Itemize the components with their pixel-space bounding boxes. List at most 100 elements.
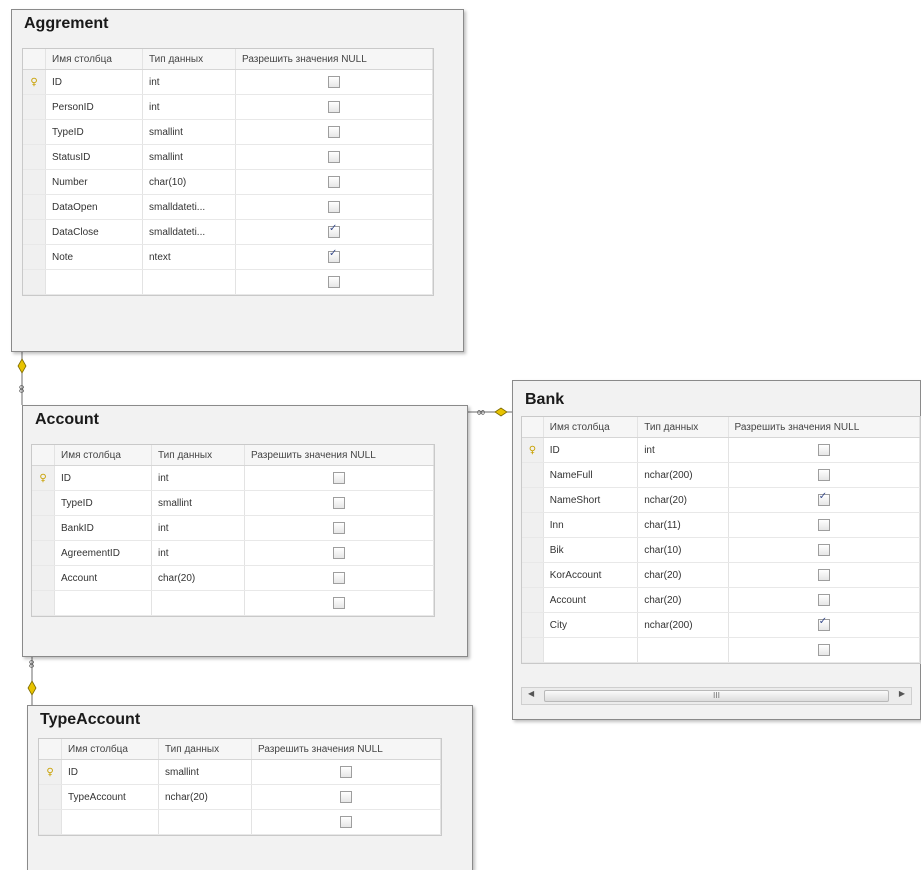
column-name-cell[interactable]: Bik bbox=[543, 537, 639, 563]
data-type-cell[interactable]: char(11) bbox=[637, 512, 729, 538]
column-row[interactable]: Account char(20) bbox=[32, 565, 434, 591]
allow-null-checkbox[interactable] bbox=[333, 597, 345, 609]
row-selector[interactable] bbox=[23, 94, 46, 120]
row-selector[interactable] bbox=[32, 515, 55, 541]
allow-null-checkbox[interactable] bbox=[340, 816, 352, 828]
allow-null-checkbox[interactable] bbox=[817, 519, 830, 531]
row-selector[interactable] bbox=[23, 194, 46, 220]
column-row[interactable]: StatusID smallint bbox=[23, 144, 433, 170]
row-selector[interactable] bbox=[522, 537, 544, 563]
data-type-cell[interactable]: ntext bbox=[142, 244, 236, 270]
column-name-cell[interactable]: Account bbox=[54, 565, 152, 591]
allow-null-checkbox[interactable] bbox=[328, 151, 340, 163]
allow-null-checkbox[interactable] bbox=[328, 126, 340, 138]
column-row[interactable]: TypeID smallint bbox=[23, 119, 433, 145]
row-selector[interactable]: ♀ bbox=[39, 759, 62, 785]
column-name-cell[interactable]: PersonID bbox=[45, 94, 143, 120]
row-selector[interactable] bbox=[32, 590, 55, 616]
row-selector[interactable] bbox=[23, 269, 46, 295]
data-type-cell[interactable]: nchar(20) bbox=[158, 784, 252, 810]
column-name-cell[interactable]: Inn bbox=[543, 512, 639, 538]
column-row[interactable]: City nchar(200) bbox=[522, 612, 920, 638]
column-name-cell[interactable]: NameShort bbox=[543, 487, 639, 513]
row-selector[interactable] bbox=[32, 565, 55, 591]
data-type-cell[interactable]: int bbox=[142, 69, 236, 95]
allow-null-checkbox[interactable] bbox=[328, 176, 340, 188]
data-type-cell[interactable]: smalldateti... bbox=[142, 194, 236, 220]
allow-null-checkbox[interactable] bbox=[817, 644, 830, 656]
column-row[interactable]: Inn char(11) bbox=[522, 512, 920, 538]
data-type-cell[interactable]: char(20) bbox=[637, 562, 729, 588]
data-type-cell[interactable]: char(20) bbox=[151, 565, 245, 591]
column-name-cell[interactable]: DataClose bbox=[45, 219, 143, 245]
data-type-cell[interactable] bbox=[142, 269, 236, 295]
column-row[interactable]: ♀ ID int bbox=[23, 69, 433, 95]
column-name-cell[interactable]: DataOpen bbox=[45, 194, 143, 220]
column-row[interactable]: ♀ ID int bbox=[522, 437, 920, 463]
data-type-cell[interactable]: smalldateti... bbox=[142, 219, 236, 245]
data-type-cell[interactable] bbox=[637, 637, 729, 663]
allow-null-checkbox[interactable] bbox=[333, 497, 345, 509]
allow-null-checkbox[interactable] bbox=[328, 101, 340, 113]
column-row[interactable]: DataClose smalldateti... bbox=[23, 219, 433, 245]
column-row[interactable]: PersonID int bbox=[23, 94, 433, 120]
column-name-cell[interactable] bbox=[61, 809, 159, 835]
column-row[interactable]: Bik char(10) bbox=[522, 537, 920, 563]
data-type-cell[interactable]: int bbox=[151, 540, 245, 566]
data-type-cell[interactable]: int bbox=[637, 437, 729, 463]
column-name-cell[interactable]: KorAccount bbox=[543, 562, 639, 588]
column-row[interactable]: AgreementID int bbox=[32, 540, 434, 566]
allow-null-checkbox[interactable] bbox=[328, 201, 340, 213]
row-selector[interactable] bbox=[23, 144, 46, 170]
row-selector[interactable] bbox=[23, 119, 46, 145]
column-name-cell[interactable] bbox=[54, 590, 152, 616]
column-row[interactable]: Number char(10) bbox=[23, 169, 433, 195]
data-type-cell[interactable]: nchar(200) bbox=[637, 612, 729, 638]
column-name-cell[interactable]: TypeID bbox=[45, 119, 143, 145]
row-selector[interactable] bbox=[32, 490, 55, 516]
row-selector[interactable] bbox=[522, 562, 544, 588]
table-bank[interactable]: Bank Имя столбца Тип данных Разрешить зн… bbox=[512, 380, 921, 720]
column-row[interactable]: ♀ ID smallint bbox=[39, 759, 441, 785]
allow-null-checkbox[interactable] bbox=[817, 544, 830, 556]
column-name-cell[interactable]: AgreementID bbox=[54, 540, 152, 566]
column-name-cell[interactable]: ID bbox=[543, 437, 639, 463]
column-name-cell[interactable]: TypeAccount bbox=[61, 784, 159, 810]
column-name-cell[interactable]: Number bbox=[45, 169, 143, 195]
row-selector[interactable] bbox=[522, 462, 544, 488]
column-name-cell[interactable]: NameFull bbox=[543, 462, 639, 488]
column-row[interactable]: BankID int bbox=[32, 515, 434, 541]
data-type-cell[interactable]: smallint bbox=[151, 490, 245, 516]
data-type-cell[interactable]: char(10) bbox=[637, 537, 729, 563]
column-row[interactable]: TypeAccount nchar(20) bbox=[39, 784, 441, 810]
column-name-cell[interactable] bbox=[543, 637, 639, 663]
column-name-cell[interactable]: StatusID bbox=[45, 144, 143, 170]
empty-row[interactable] bbox=[23, 269, 433, 295]
row-selector[interactable] bbox=[23, 169, 46, 195]
data-type-cell[interactable]: int bbox=[142, 94, 236, 120]
row-selector[interactable]: ♀ bbox=[522, 437, 544, 463]
row-selector[interactable] bbox=[522, 612, 544, 638]
allow-null-checkbox[interactable] bbox=[328, 223, 340, 238]
allow-null-checkbox[interactable] bbox=[333, 472, 345, 484]
data-type-cell[interactable] bbox=[151, 590, 245, 616]
row-selector[interactable] bbox=[522, 637, 544, 663]
allow-null-checkbox[interactable] bbox=[340, 766, 352, 778]
column-row[interactable]: NameShort nchar(20) bbox=[522, 487, 920, 513]
row-selector[interactable] bbox=[39, 784, 62, 810]
column-name-cell[interactable]: BankID bbox=[54, 515, 152, 541]
allow-null-checkbox[interactable] bbox=[333, 522, 345, 534]
horizontal-scrollbar[interactable]: ◀ III ▶ bbox=[521, 687, 912, 705]
allow-null-checkbox[interactable] bbox=[328, 76, 340, 88]
row-selector[interactable] bbox=[522, 487, 544, 513]
row-selector[interactable] bbox=[23, 219, 46, 245]
column-row[interactable]: Account char(20) bbox=[522, 587, 920, 613]
column-name-cell[interactable] bbox=[45, 269, 143, 295]
allow-null-checkbox[interactable] bbox=[333, 572, 345, 584]
empty-row[interactable] bbox=[32, 590, 434, 616]
column-name-cell[interactable]: ID bbox=[45, 69, 143, 95]
column-name-cell[interactable]: Account bbox=[543, 587, 639, 613]
data-type-cell[interactable]: smallint bbox=[142, 144, 236, 170]
column-row[interactable]: KorAccount char(20) bbox=[522, 562, 920, 588]
empty-row[interactable] bbox=[522, 637, 920, 663]
